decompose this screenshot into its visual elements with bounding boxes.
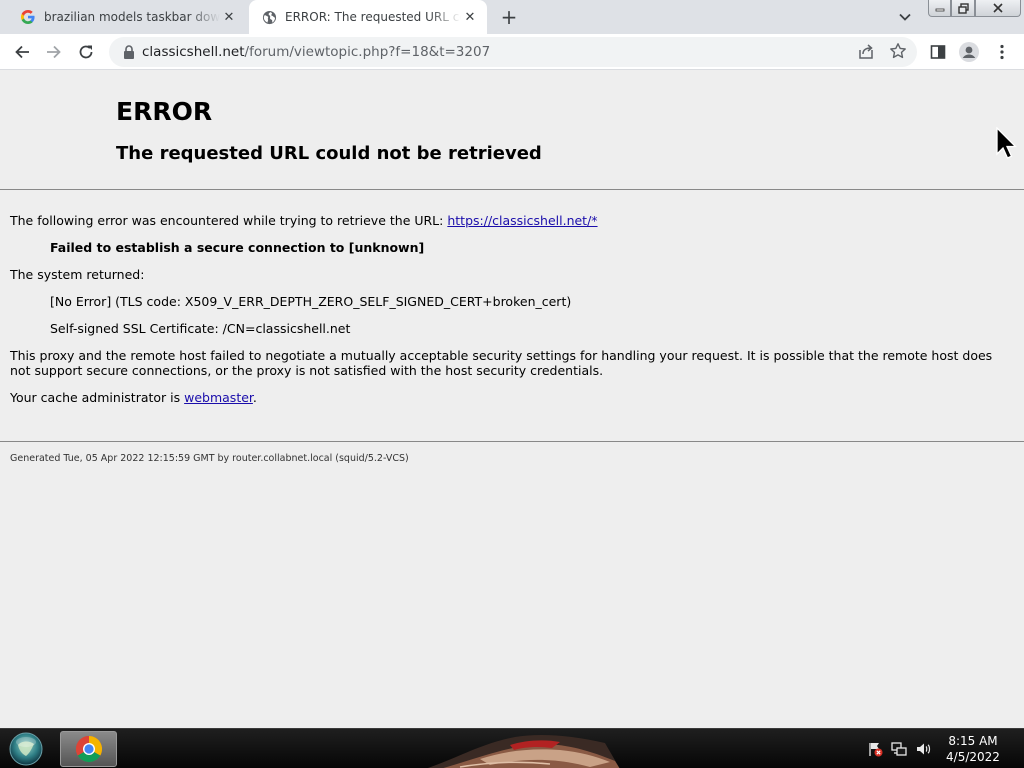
system-returned-label: The system returned: — [10, 267, 145, 282]
lock-icon[interactable] — [121, 44, 137, 60]
chrome-icon — [75, 735, 102, 763]
webmaster-link[interactable]: webmaster — [184, 390, 253, 405]
globe-icon — [261, 9, 277, 25]
wallpaper-art — [427, 735, 620, 768]
forward-button[interactable] — [40, 38, 68, 66]
share-icon[interactable] — [857, 43, 875, 61]
intro-text: The following error was encountered whil… — [10, 213, 448, 228]
error-title-section: ERROR The requested URL could not be ret… — [0, 71, 1024, 190]
tab-strip: brazilian models taskbar downlo ✕ ERROR:… — [0, 0, 1024, 34]
taskbar: 8:15 AM 4/5/2022 — [0, 728, 1024, 768]
admin-suffix: . — [252, 390, 257, 405]
bookmark-star-icon[interactable] — [889, 42, 907, 60]
requested-url-link[interactable]: https://classicshell.net/* — [447, 213, 597, 228]
volume-icon[interactable] — [914, 741, 932, 757]
mouse-cursor-icon — [996, 127, 1018, 159]
tab-title: brazilian models taskbar downlo — [44, 10, 220, 24]
forward-arrow-icon — [47, 45, 61, 59]
intro-paragraph: The following error was encountered whil… — [10, 213, 1010, 228]
tab-search-chevron-icon[interactable] — [895, 8, 915, 26]
page-content: ERROR The requested URL could not be ret… — [0, 71, 1024, 728]
start-button[interactable] — [6, 731, 46, 767]
url-path: /forum/viewtopic.php?f=18&t=3207 — [244, 44, 491, 60]
admin-paragraph: Your cache administrator is webmaster. — [10, 390, 1010, 405]
url-domain: classicshell.net — [142, 44, 245, 60]
certificate-info: Self-signed SSL Certificate: /CN=classic… — [50, 321, 351, 336]
network-icon[interactable] — [890, 741, 908, 757]
tab-google-search[interactable]: brazilian models taskbar downlo ✕ — [8, 0, 246, 34]
restore-button[interactable] — [951, 0, 975, 17]
tab-close-icon[interactable]: ✕ — [220, 8, 238, 26]
page-subtitle: The requested URL could not be retrieved — [116, 143, 542, 164]
action-center-flag-icon[interactable] — [866, 741, 884, 757]
tab-close-icon[interactable]: ✕ — [461, 8, 479, 26]
clock-date: 4/5/2022 — [946, 750, 1000, 764]
footer-generated: Generated Tue, 05 Apr 2022 12:15:59 GMT … — [10, 453, 409, 464]
google-icon — [20, 9, 36, 25]
admin-prefix: Your cache administrator is — [10, 390, 185, 405]
side-panel-icon[interactable] — [927, 41, 949, 63]
minimize-button[interactable] — [928, 0, 951, 17]
url-text[interactable]: classicshell.net/forum/viewtopic.php?f=1… — [142, 44, 490, 60]
taskbar-clock[interactable]: 8:15 AM 4/5/2022 — [940, 733, 1006, 765]
error-details: The following error was encountered whil… — [10, 213, 1010, 417]
clock-time: 8:15 AM — [948, 734, 998, 748]
footer-divider — [0, 441, 1024, 442]
close-window-button[interactable] — [975, 0, 1021, 17]
tab-title: ERROR: The requested URL could — [285, 10, 461, 24]
page-title: ERROR — [116, 97, 213, 126]
tls-error-code: [No Error] (TLS code: X509_V_ERR_DEPTH_Z… — [50, 294, 572, 309]
back-arrow-icon — [15, 45, 29, 59]
reload-icon — [79, 45, 93, 59]
taskbar-chrome-button[interactable] — [60, 731, 117, 767]
back-button[interactable] — [8, 38, 36, 66]
new-tab-button[interactable]: + — [497, 5, 521, 29]
address-bar[interactable]: classicshell.net/forum/viewtopic.php?f=1… — [109, 37, 917, 67]
profile-avatar-icon[interactable] — [958, 41, 980, 63]
menu-kebab-icon[interactable] — [991, 41, 1013, 63]
start-orb-icon — [9, 732, 43, 766]
reload-button[interactable] — [72, 38, 100, 66]
error-heading: Failed to establish a secure connection … — [50, 240, 425, 255]
tab-error-page[interactable]: ERROR: The requested URL could ✕ — [249, 0, 487, 34]
browser-toolbar: classicshell.net/forum/viewtopic.php?f=1… — [0, 34, 1024, 70]
explanation-paragraph: This proxy and the remote host failed to… — [10, 348, 993, 378]
